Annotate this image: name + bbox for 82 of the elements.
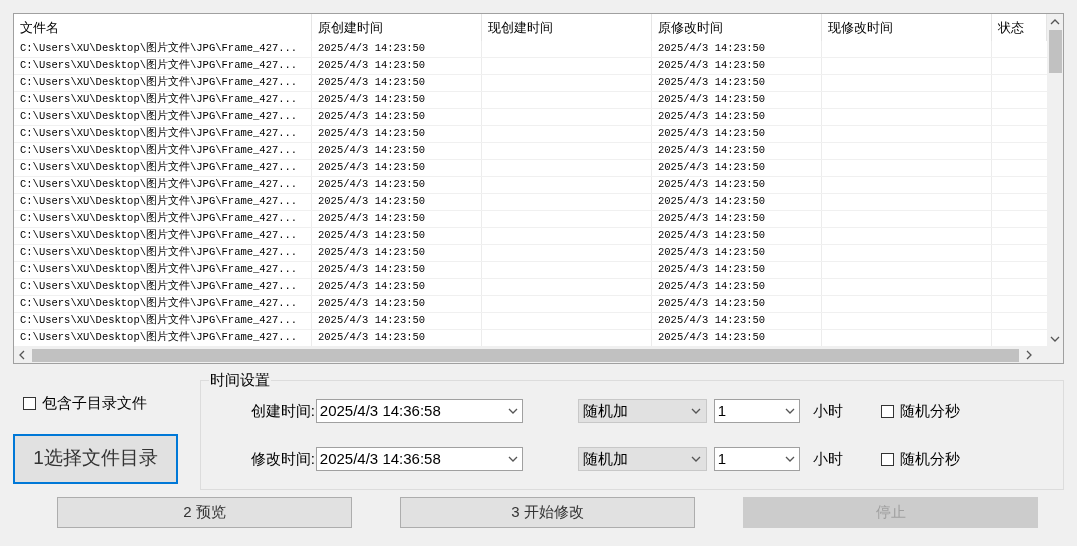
column-header[interactable]: 现修改时间	[822, 14, 992, 41]
amount-select[interactable]: 1	[713, 447, 800, 471]
table-cell: 2025/4/3 14:23:50	[652, 194, 822, 210]
column-header[interactable]: 原创建时间	[312, 14, 482, 41]
table-cell: 2025/4/3 14:23:50	[312, 160, 482, 176]
table-cell: C:\Users\XU\Desktop\图片文件\JPG\Frame_427...	[14, 211, 312, 227]
action-button[interactable]: 3 开始修改	[400, 497, 695, 528]
table-cell: C:\Users\XU\Desktop\图片文件\JPG\Frame_427...	[14, 109, 312, 125]
table-cell: 2025/4/3 14:23:50	[652, 75, 822, 91]
table-cell: 2025/4/3 14:23:50	[312, 313, 482, 329]
table-cell: 2025/4/3 14:23:50	[312, 245, 482, 261]
table-cell: 2025/4/3 14:23:50	[652, 245, 822, 261]
table-cell: 2025/4/3 14:23:50	[312, 143, 482, 159]
field-label: 修改时间:	[249, 448, 315, 469]
table-cell: C:\Users\XU\Desktop\图片文件\JPG\Frame_427...	[14, 143, 312, 159]
table-cell: C:\Users\XU\Desktop\图片文件\JPG\Frame_427...	[14, 92, 312, 108]
checkbox-label: 随机分秒	[899, 448, 960, 469]
table-cell: C:\Users\XU\Desktop\图片文件\JPG\Frame_427...	[14, 228, 312, 244]
scrollbar-thumb[interactable]	[1048, 30, 1062, 73]
table-cell: 2025/4/3 14:23:50	[652, 41, 822, 57]
table-cell: 2025/4/3 14:23:50	[652, 262, 822, 278]
mode-select[interactable]: 随机加	[577, 399, 707, 423]
table-cell: 2025/4/3 14:23:50	[652, 177, 822, 193]
table-cell: 2025/4/3 14:23:50	[312, 177, 482, 193]
table-cell: 2025/4/3 14:23:50	[652, 92, 822, 108]
table-cell: C:\Users\XU\Desktop\图片文件\JPG\Frame_427...	[14, 177, 312, 193]
datetime-picker[interactable]: 2025/4/3 14:36:58	[315, 399, 523, 423]
table-cell: C:\Users\XU\Desktop\图片文件\JPG\Frame_427...	[14, 75, 312, 91]
mode-select[interactable]: 随机加	[577, 447, 707, 471]
table-cell: C:\Users\XU\Desktop\图片文件\JPG\Frame_427...	[14, 262, 312, 278]
table-cell: C:\Users\XU\Desktop\图片文件\JPG\Frame_427...	[14, 126, 312, 142]
vertical-scrollbar[interactable]	[1047, 14, 1063, 347]
table-cell: 2025/4/3 14:23:50	[652, 160, 822, 176]
table-cell: 2025/4/3 14:23:50	[652, 109, 822, 125]
table-cell: C:\Users\XU\Desktop\图片文件\JPG\Frame_427...	[14, 160, 312, 176]
column-header[interactable]: 现创建时间	[482, 14, 652, 41]
column-header[interactable]: 原修改时间	[652, 14, 822, 41]
table-cell: 2025/4/3 14:23:50	[652, 313, 822, 329]
table-cell: 2025/4/3 14:23:50	[312, 109, 482, 125]
table-cell: 2025/4/3 14:23:50	[652, 330, 822, 346]
amount-select[interactable]: 1	[713, 399, 800, 423]
table-cell: 2025/4/3 14:23:50	[312, 41, 482, 57]
checkbox-label: 随机分秒	[899, 400, 960, 421]
choose-folder-button[interactable]: 1选择文件目录	[13, 433, 178, 484]
table-cell: C:\Users\XU\Desktop\图片文件\JPG\Frame_427...	[14, 245, 312, 261]
checkbox[interactable]	[23, 396, 36, 410]
table-cell: 2025/4/3 14:23:50	[652, 296, 822, 312]
table-cell: 2025/4/3 14:23:50	[312, 58, 482, 74]
table-cell: 2025/4/3 14:23:50	[312, 279, 482, 295]
table-cell: C:\Users\XU\Desktop\图片文件\JPG\Frame_427...	[14, 313, 312, 329]
table-cell: 2025/4/3 14:23:50	[652, 228, 822, 244]
table-cell: 2025/4/3 14:23:50	[312, 296, 482, 312]
table-cell: C:\Users\XU\Desktop\图片文件\JPG\Frame_427...	[14, 58, 312, 74]
table-cell: 2025/4/3 14:23:50	[652, 58, 822, 74]
unit-label: 小时	[812, 400, 843, 421]
checkbox[interactable]	[880, 452, 894, 466]
table-cell: C:\Users\XU\Desktop\图片文件\JPG\Frame_427...	[14, 296, 312, 312]
checkbox[interactable]	[880, 404, 894, 418]
table-cell: 2025/4/3 14:23:50	[312, 262, 482, 278]
table-cell: 2025/4/3 14:23:50	[652, 126, 822, 142]
table-cell: C:\Users\XU\Desktop\图片文件\JPG\Frame_427...	[14, 41, 312, 57]
column-header[interactable]: 文件名	[14, 14, 312, 41]
table-cell: 2025/4/3 14:23:50	[652, 279, 822, 295]
action-button[interactable]: 2 预览	[57, 497, 352, 528]
table-cell: 2025/4/3 14:23:50	[312, 92, 482, 108]
table-cell: C:\Users\XU\Desktop\图片文件\JPG\Frame_427...	[14, 194, 312, 210]
table-cell: 2025/4/3 14:23:50	[652, 143, 822, 159]
unit-label: 小时	[812, 448, 843, 469]
table-cell: 2025/4/3 14:23:50	[652, 211, 822, 227]
table-cell: 2025/4/3 14:23:50	[312, 228, 482, 244]
datetime-picker[interactable]: 2025/4/3 14:36:58	[315, 447, 523, 471]
table-cell: C:\Users\XU\Desktop\图片文件\JPG\Frame_427...	[14, 330, 312, 346]
horizontal-scrollbar[interactable]	[14, 347, 1063, 363]
table-cell: 2025/4/3 14:23:50	[312, 194, 482, 210]
table-cell: 2025/4/3 14:23:50	[312, 211, 482, 227]
table-cell: 2025/4/3 14:23:50	[312, 126, 482, 142]
scrollbar-thumb[interactable]	[32, 348, 1019, 362]
table-cell: 2025/4/3 14:23:50	[312, 330, 482, 346]
table-cell: C:\Users\XU\Desktop\图片文件\JPG\Frame_427...	[14, 279, 312, 295]
field-label: 创建时间:	[249, 400, 315, 421]
checkbox-label: 包含子目录文件	[42, 393, 147, 413]
table-cell: 2025/4/3 14:23:50	[312, 75, 482, 91]
